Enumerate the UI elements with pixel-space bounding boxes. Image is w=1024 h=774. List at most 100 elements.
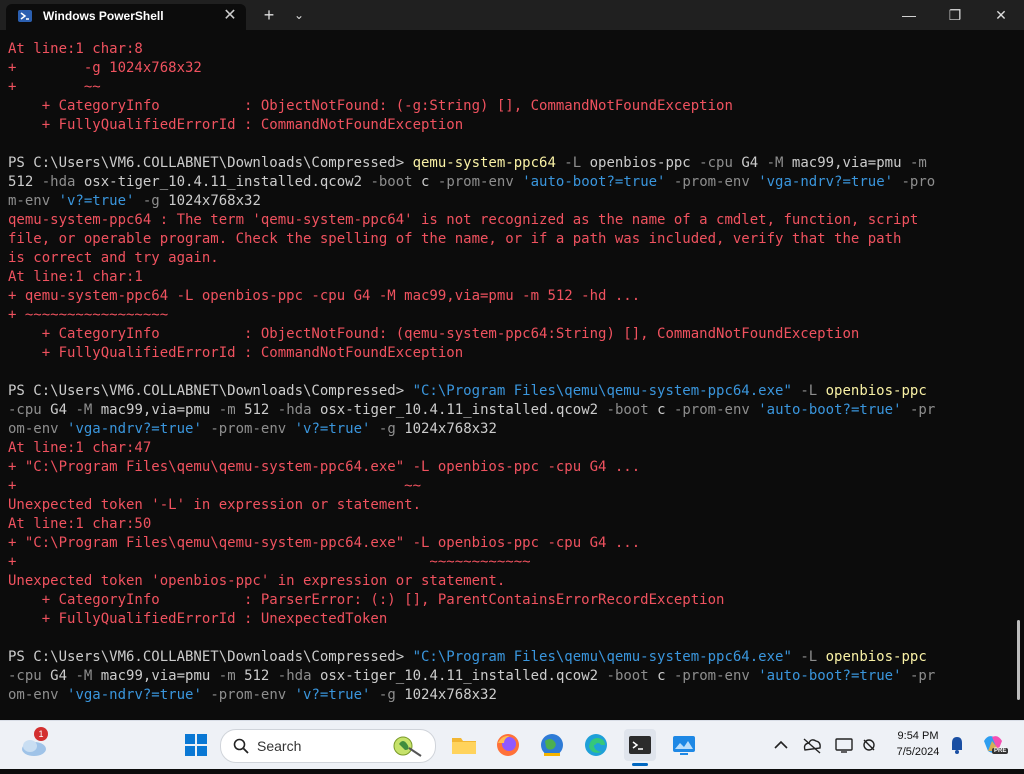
chevron-up-icon	[774, 740, 788, 749]
taskbar: 1 Search 9:54 PM 7/5/2024 PRE	[0, 720, 1024, 769]
edge-button[interactable]	[580, 729, 612, 761]
display-icon	[835, 738, 853, 753]
terminal-text: G4	[50, 668, 76, 684]
close-tab-icon[interactable]: ✕	[220, 6, 240, 26]
search-box[interactable]: Search	[220, 729, 436, 763]
terminal-text: At line:1 char:47	[8, 440, 152, 456]
terminal-text: qemu-system-ppc64	[412, 155, 556, 171]
terminal-line: At line:1 char:8	[8, 40, 935, 59]
cloud-offline-button[interactable]	[800, 721, 824, 769]
terminal-text: 'v?=true'	[294, 687, 379, 703]
folder-icon	[452, 738, 476, 754]
terminal-line: om-env 'vga-ndrv?=true' -prom-env 'v?=tr…	[8, 420, 935, 439]
notifications-button[interactable]	[946, 721, 968, 769]
terminal-text: -g	[378, 421, 405, 437]
terminal-text: -M	[766, 155, 792, 171]
terminal-text: -L	[555, 155, 590, 171]
terminal-text: om-env	[8, 421, 68, 437]
terminal-line: + CategoryInfo : ObjectNotFound: (qemu-s…	[8, 325, 935, 344]
terminal-text: + FullyQualifiedErrorId : CommandNotFoun…	[8, 345, 464, 361]
active-app-indicator	[632, 763, 648, 766]
terminal-text: -cpu	[8, 668, 51, 684]
terminal-output[interactable]: At line:1 char:8 + -g 1024x768x32 + ~~ + C…	[0, 30, 1024, 720]
firefox-button[interactable]	[492, 729, 524, 761]
notification-badge: 1	[34, 727, 48, 741]
maximize-button[interactable]: ❐	[932, 0, 978, 30]
terminal-text: openbios-ppc	[589, 155, 700, 171]
terminal-text: -prom-env	[673, 668, 759, 684]
tab-title: Windows PowerShell	[43, 9, 164, 23]
terminal-line: + CategoryInfo : ParserError: (:) [], Pa…	[8, 591, 935, 610]
close-button[interactable]: ✕	[978, 0, 1024, 30]
file-explorer-button[interactable]	[448, 729, 480, 761]
network-app-button[interactable]	[536, 729, 568, 761]
terminal-lines: At line:1 char:8 + -g 1024x768x32 + ~~ + C…	[8, 40, 935, 705]
terminal-text: -pr	[909, 402, 936, 418]
chevron-down-icon[interactable]: ⌄	[288, 4, 310, 26]
terminal-text: osx-tiger_10.4.11_installed.qcow2	[319, 668, 607, 684]
terminal-text: c	[657, 668, 674, 684]
terminal-text: + FullyQualifiedErrorId : CommandNotFoun…	[8, 117, 464, 133]
show-hidden-icons-button[interactable]	[770, 721, 792, 769]
terminal-text: 'v?=true'	[58, 193, 143, 209]
terminal-text: -cpu	[8, 402, 51, 418]
search-placeholder: Search	[257, 738, 302, 754]
search-icon	[233, 738, 249, 754]
new-tab-button[interactable]: +	[258, 4, 280, 26]
terminal-text: 'auto-boot?=true'	[522, 174, 674, 190]
minimize-button[interactable]: —	[886, 0, 932, 30]
terminal-text: + ~~~~~~~~~~~~	[8, 554, 531, 570]
display-settings-button[interactable]	[832, 721, 856, 769]
terminal-line: + FullyQualifiedErrorId : CommandNotFoun…	[8, 116, 935, 135]
bell-icon	[952, 737, 962, 754]
terminal-text: 'v?=true'	[294, 421, 379, 437]
terminal-text: 'vga-ndrv?=true'	[67, 687, 211, 703]
terminal-line: + ~~	[8, 477, 935, 496]
terminal-text: -M	[75, 402, 101, 418]
weather-widget[interactable]: 1	[18, 727, 50, 761]
tab-windows-powershell[interactable]: Windows PowerShell ✕	[6, 4, 246, 30]
scrollbar[interactable]	[1017, 620, 1020, 700]
copilot-button[interactable]: PRE	[978, 721, 1009, 769]
terminal-text: PS C:\Users\VM6.COLLABNET\Downloads\Comp…	[8, 383, 413, 399]
terminal-text: -M	[75, 668, 101, 684]
terminal-line: -cpu G4 -M mac99,via=pmu -m 512 -hda osx…	[8, 667, 935, 686]
terminal-text: m-env	[8, 193, 59, 209]
start-button[interactable]	[180, 729, 212, 761]
network-off-icon	[863, 739, 875, 751]
terminal-text: + ~~	[8, 79, 101, 95]
terminal-text: -g	[378, 687, 405, 703]
terminal-line: + FullyQualifiedErrorId : CommandNotFoun…	[8, 344, 935, 363]
terminal-text: -pro	[901, 174, 936, 190]
terminal-text: + ~~~~~~~~~~~~~~~~~	[8, 307, 169, 323]
terminal-text: om-env	[8, 687, 68, 703]
terminal-text: At line:1 char:1	[8, 269, 143, 285]
clock[interactable]: 9:54 PM 7/5/2024	[888, 728, 948, 760]
terminal-text: + "C:\Program Files\qemu\qemu-system-ppc…	[8, 535, 641, 551]
terminal-line: + ~~~~~~~~~~~~	[8, 553, 935, 572]
terminal-text: 1024x768x32	[404, 421, 497, 437]
terminal-text: At line:1 char:8	[8, 41, 143, 57]
terminal-text: mac99,via=pmu	[100, 402, 219, 418]
terminal-button[interactable]	[624, 729, 656, 761]
globe-icon	[541, 734, 563, 756]
terminal-text: osx-tiger_10.4.11_installed.qcow2	[83, 174, 371, 190]
terminal-text: osx-tiger_10.4.11_installed.qcow2	[319, 402, 607, 418]
clock-time: 9:54 PM	[897, 730, 939, 742]
terminal-text: 1024x768x32	[404, 687, 497, 703]
terminal-text: Unexpected token '-L' in expression or s…	[8, 497, 422, 513]
network-status-button[interactable]	[858, 721, 880, 769]
terminal-text: PS C:\Users\VM6.COLLABNET\Downloads\Comp…	[8, 155, 413, 171]
terminal-text: + FullyQualifiedErrorId : UnexpectedToke…	[8, 611, 388, 627]
terminal-text: file, or operable program. Check the spe…	[8, 231, 902, 247]
monitor-app-button[interactable]	[668, 729, 700, 761]
terminal-text: 512	[8, 174, 42, 190]
terminal-line: m-env 'v?=true' -g 1024x768x32	[8, 192, 935, 211]
terminal-text: + CategoryInfo : ParserError: (:) [], Pa…	[8, 592, 725, 608]
terminal-text: -prom-env	[210, 421, 295, 437]
terminal-text: + CategoryInfo : ObjectNotFound: (-g:Str…	[8, 98, 733, 114]
terminal-line: + "C:\Program Files\qemu\qemu-system-ppc…	[8, 534, 935, 553]
terminal-text: + "C:\Program Files\qemu\qemu-system-ppc…	[8, 459, 641, 475]
terminal-line: PS C:\Users\VM6.COLLABNET\Downloads\Comp…	[8, 648, 935, 667]
